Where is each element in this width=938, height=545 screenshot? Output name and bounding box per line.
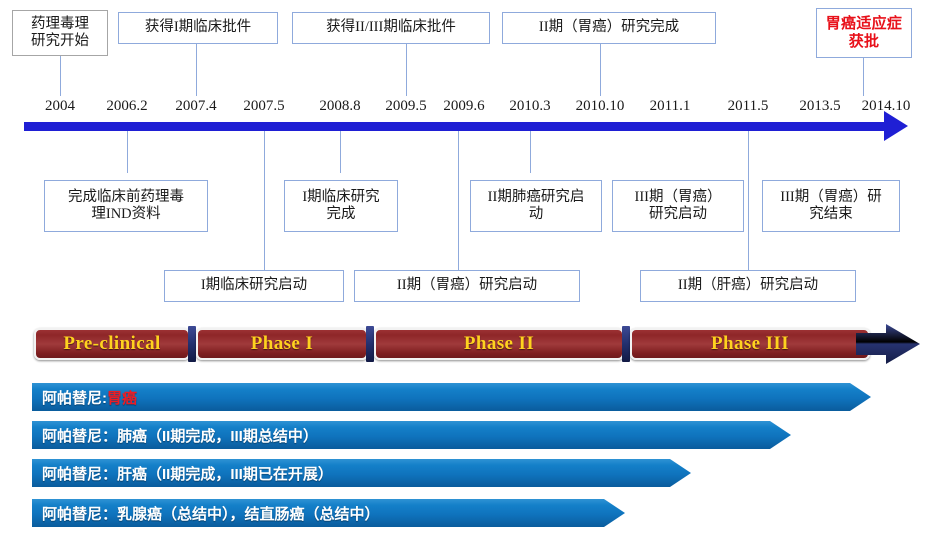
milestone-box-phase2-gastric-started: II期（胃癌）研究启动 [354, 270, 580, 302]
timeline-tick-label: 2010.3 [509, 98, 551, 114]
connector-line [458, 131, 459, 173]
milestone-box-phase1-clinical-started: I期临床研究启动 [164, 270, 344, 302]
connector-line-long [264, 173, 265, 271]
indication-bar-label: 阿帕替尼：肝癌（II期完成，III期已在开展） [42, 458, 333, 488]
milestone-text: II期（胃癌）研究完成 [538, 19, 680, 36]
milestone-box-phase2-lung-started: II期肺癌研究启动 [470, 180, 602, 232]
connector-line [340, 131, 341, 173]
milestone-box-phase1-clinical-completed: I期临床研究 完成 [284, 180, 398, 232]
phase-bar: Pre-clinical Phase I Phase II Phase III [0, 324, 938, 369]
phase-segment-pre-clinical[interactable]: Pre-clinical [34, 328, 190, 360]
indication-bar-label: 阿帕替尼：乳腺癌（总结中），结直肠癌（总结中） [42, 498, 380, 528]
milestone-text: II期（肝癌）研究启动 [677, 277, 819, 294]
indication-bar-liver[interactable]: 阿帕替尼：肝癌（II期完成，III期已在开展） [32, 458, 692, 488]
indication-bar-lung[interactable]: 阿帕替尼：肺癌（II期完成，III期总结中） [32, 420, 792, 450]
indication-prefix: 阿帕替尼：肝癌（II期完成，III期已在开展） [42, 465, 333, 483]
phase-segment-phase-i[interactable]: Phase I [196, 328, 368, 360]
timeline-tick-label: 2004 [45, 98, 75, 114]
timeline-tick-label: 2011.1 [649, 98, 691, 114]
timeline-tick-label: 2014.10 [861, 98, 911, 114]
timeline-diagram: 药理毒理 研究开始 获得I期临床批件 获得II/III期临床批件 II期（胃癌）研… [0, 0, 938, 545]
milestone-box-phase3-gastric-started: III期（胃癌） 研究启动 [612, 180, 744, 232]
indication-bar-label: 阿帕替尼：肺癌（II期完成，III期总结中） [42, 420, 318, 450]
milestone-box-preclinical-ind-data-complete: 完成临床前药理毒 理IND资料 [44, 180, 208, 232]
timeline-tick-label: 2008.8 [319, 98, 361, 114]
milestone-text: III期（胃癌）研 究结束 [780, 188, 882, 222]
milestone-text: 获得II/III期临床批件 [326, 19, 456, 36]
indication-bar-gastric[interactable]: 阿帕替尼: 胃癌 [32, 382, 872, 412]
indication-highlight: 胃癌 [107, 389, 138, 407]
indication-bar-breast-crc[interactable]: 阿帕替尼：乳腺癌（总结中），结直肠癌（总结中） [32, 498, 626, 528]
phase-segment-phase-ii[interactable]: Phase II [374, 328, 624, 360]
milestone-text: I期临床研究 完成 [302, 188, 380, 222]
phase-segment-label: Phase II [463, 333, 535, 354]
phase-segment-phase-iii[interactable]: Phase III [630, 328, 870, 360]
milestone-box-pharmacology-toxicology-start: 药理毒理 研究开始 [12, 10, 108, 56]
timeline-tick-label: 2011.5 [727, 98, 769, 114]
indication-prefix: 阿帕替尼: [42, 389, 107, 407]
connector-line [748, 131, 749, 173]
milestone-text: III期（胃癌） 研究启动 [634, 188, 722, 222]
milestone-box-phase1-approval-obtained: 获得I期临床批件 [118, 12, 278, 44]
milestone-text: 胃癌适应症 获批 [825, 15, 903, 50]
connector-line [863, 58, 864, 96]
milestone-box-phase2-liver-started: II期（肝癌）研究启动 [640, 270, 856, 302]
milestone-text: I期临床研究启动 [200, 277, 308, 294]
phase-segment-label: Pre-clinical [63, 333, 161, 354]
timeline-tick-label: 2013.5 [799, 98, 841, 114]
phase-segment-label: Phase I [250, 333, 314, 354]
milestone-box-phase2-gastric-completed: II期（胃癌）研究完成 [502, 12, 716, 44]
milestone-text: II期肺癌研究启动 [487, 188, 585, 222]
timeline-tick-label: 2009.6 [443, 98, 485, 114]
connector-line [264, 131, 265, 173]
milestone-text: II期（胃癌）研究启动 [396, 277, 538, 294]
connector-line-long [748, 173, 749, 271]
indication-prefix: 阿帕替尼：乳腺癌（总结中），结直肠癌（总结中） [42, 505, 380, 523]
connector-line [406, 44, 407, 96]
milestone-text: 获得I期临床批件 [144, 19, 252, 36]
phase-divider [622, 326, 630, 362]
timeline-tick-label: 2007.4 [175, 98, 217, 114]
timeline-axis-arrow-icon [884, 111, 908, 141]
milestone-box-phase2-3-approval-obtained: 获得II/III期临床批件 [292, 12, 490, 44]
connector-line [127, 131, 128, 173]
milestone-box-gastric-indication-approved: 胃癌适应症 获批 [816, 8, 912, 58]
phase-divider [366, 326, 374, 362]
connector-line-long [458, 173, 459, 271]
milestone-text: 药理毒理 研究开始 [31, 15, 89, 49]
phase-divider [188, 326, 196, 362]
timeline-axis [24, 122, 892, 131]
milestone-text: 完成临床前药理毒 理IND资料 [68, 188, 184, 222]
connector-line [530, 131, 531, 173]
timeline-tick-label: 2006.2 [106, 98, 148, 114]
indication-bar-label: 阿帕替尼: 胃癌 [42, 382, 137, 412]
phase-segment-label: Phase III [710, 333, 790, 354]
timeline-tick-label: 2007.5 [243, 98, 285, 114]
connector-line [60, 56, 61, 96]
indication-prefix: 阿帕替尼：肺癌（II期完成，III期总结中） [42, 427, 318, 445]
phase-bar-arrow-icon [856, 324, 920, 364]
connector-line [196, 44, 197, 96]
timeline-tick-label: 2010.10 [575, 98, 625, 114]
connector-line [600, 44, 601, 96]
timeline-tick-label: 2009.5 [385, 98, 427, 114]
milestone-box-phase3-gastric-finished: III期（胃癌）研 究结束 [762, 180, 900, 232]
